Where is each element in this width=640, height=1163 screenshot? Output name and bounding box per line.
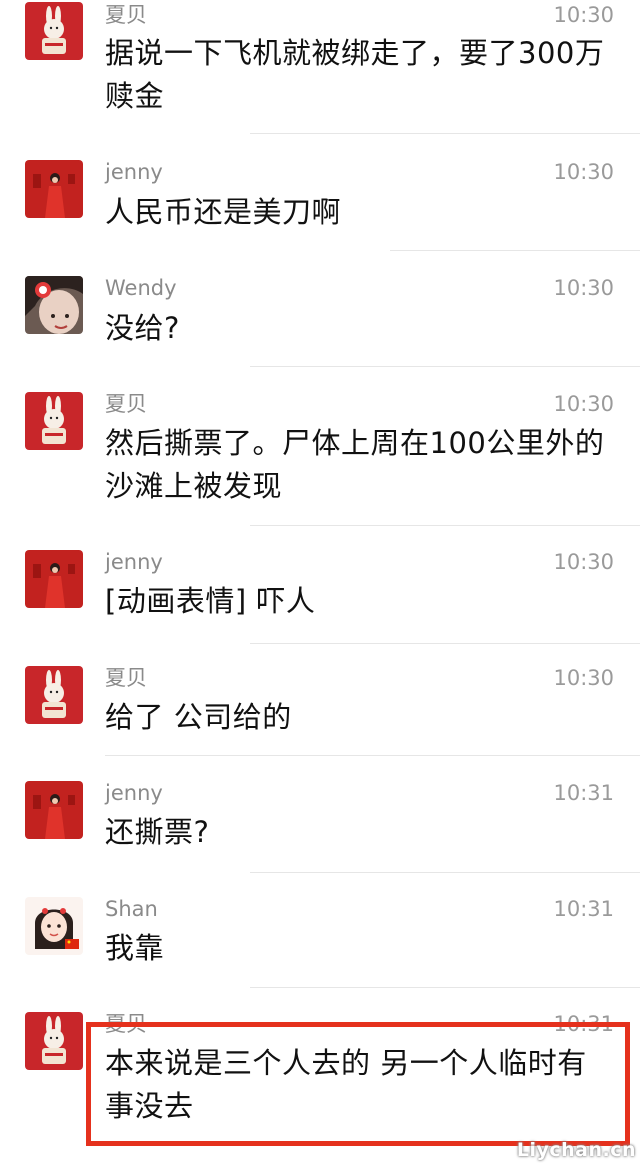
sender-avatar[interactable] <box>25 666 83 724</box>
message-time: 10:30 <box>553 666 614 690</box>
message-time: 10:31 <box>553 897 614 921</box>
chat-message[interactable]: Wendy 10:30 没给? <box>0 272 640 387</box>
chat-message[interactable]: Shan 10:31 我靠 <box>0 893 640 1008</box>
message-divider <box>250 643 640 644</box>
red-dress-avatar-icon <box>25 781 83 839</box>
message-time: 10:30 <box>553 392 614 416</box>
message-text: 还撕票? <box>105 815 210 849</box>
message-divider <box>390 250 640 251</box>
sender-name: jenny <box>105 781 163 805</box>
message-text: 然后撕票了。尸体上周在100公里外的沙滩上被发现 <box>105 426 605 503</box>
red-dress-avatar-icon <box>25 160 83 218</box>
message-time: 10:31 <box>553 781 614 805</box>
message-text: 给了 公司给的 <box>105 700 292 734</box>
girl-flag-avatar-icon <box>25 897 83 955</box>
chat-message[interactable]: jenny 10:31 还撕票? <box>0 777 640 892</box>
sender-avatar[interactable] <box>25 1012 83 1070</box>
watermark: Liychan.cn <box>516 1139 636 1161</box>
sender-avatar[interactable] <box>25 781 83 839</box>
message-divider <box>250 872 640 873</box>
sender-name: Shan <box>105 897 158 921</box>
message-divider <box>250 525 640 526</box>
message-time: 10:30 <box>553 160 614 184</box>
message-divider <box>250 133 640 134</box>
chat-message[interactable]: 夏贝 10:30 据说一下飞机就被绑走了，要了300万赎金 <box>0 0 640 150</box>
chat-message[interactable]: jenny 10:30 [动画表情] 吓人 <box>0 546 640 661</box>
message-text: 我靠 <box>105 931 165 965</box>
sender-name: jenny <box>105 550 163 574</box>
bunny-avatar-icon <box>25 2 83 60</box>
chat-message[interactable]: jenny 10:30 人民币还是美刀啊 <box>0 155 640 270</box>
bunny-avatar-icon <box>25 666 83 724</box>
sender-avatar[interactable] <box>25 897 83 955</box>
message-time: 10:30 <box>553 550 614 574</box>
message-text: 人民币还是美刀啊 <box>105 195 342 229</box>
message-text: 据说一下飞机就被绑走了，要了300万赎金 <box>105 36 605 113</box>
message-divider <box>105 755 640 756</box>
sender-name: jenny <box>105 160 163 184</box>
chat-message-list: 夏贝 10:30 据说一下飞机就被绑走了，要了300万赎金 jenny 10:3… <box>0 0 640 1163</box>
message-time: 10:30 <box>553 3 614 27</box>
message-divider <box>250 366 640 367</box>
chat-message[interactable]: 夏贝 10:30 给了 公司给的 <box>0 662 640 777</box>
message-time: 10:30 <box>553 276 614 300</box>
face-avatar-icon <box>25 276 83 334</box>
message-time: 10:31 <box>553 1012 614 1036</box>
sender-name: 夏贝 <box>105 392 147 416</box>
sender-avatar[interactable] <box>25 2 83 60</box>
sender-avatar[interactable] <box>25 160 83 218</box>
chat-message[interactable]: 夏贝 10:30 然后撕票了。尸体上周在100公里外的沙滩上被发现 <box>0 388 640 543</box>
sender-avatar[interactable] <box>25 550 83 608</box>
sender-name: 夏贝 <box>105 3 147 27</box>
message-text: 没给? <box>105 311 180 345</box>
bunny-avatar-icon <box>25 392 83 450</box>
sender-avatar[interactable] <box>25 276 83 334</box>
message-text: [动画表情] 吓人 <box>105 584 316 618</box>
sender-name: 夏贝 <box>105 666 147 690</box>
message-divider <box>250 987 640 988</box>
sender-name: Wendy <box>105 276 177 300</box>
sender-avatar[interactable] <box>25 392 83 450</box>
bunny-avatar-icon <box>25 1012 83 1070</box>
red-dress-avatar-icon <box>25 550 83 608</box>
message-text: 本来说是三个人去的 另一个人临时有事没去 <box>105 1046 587 1123</box>
sender-name: 夏贝 <box>105 1012 147 1036</box>
